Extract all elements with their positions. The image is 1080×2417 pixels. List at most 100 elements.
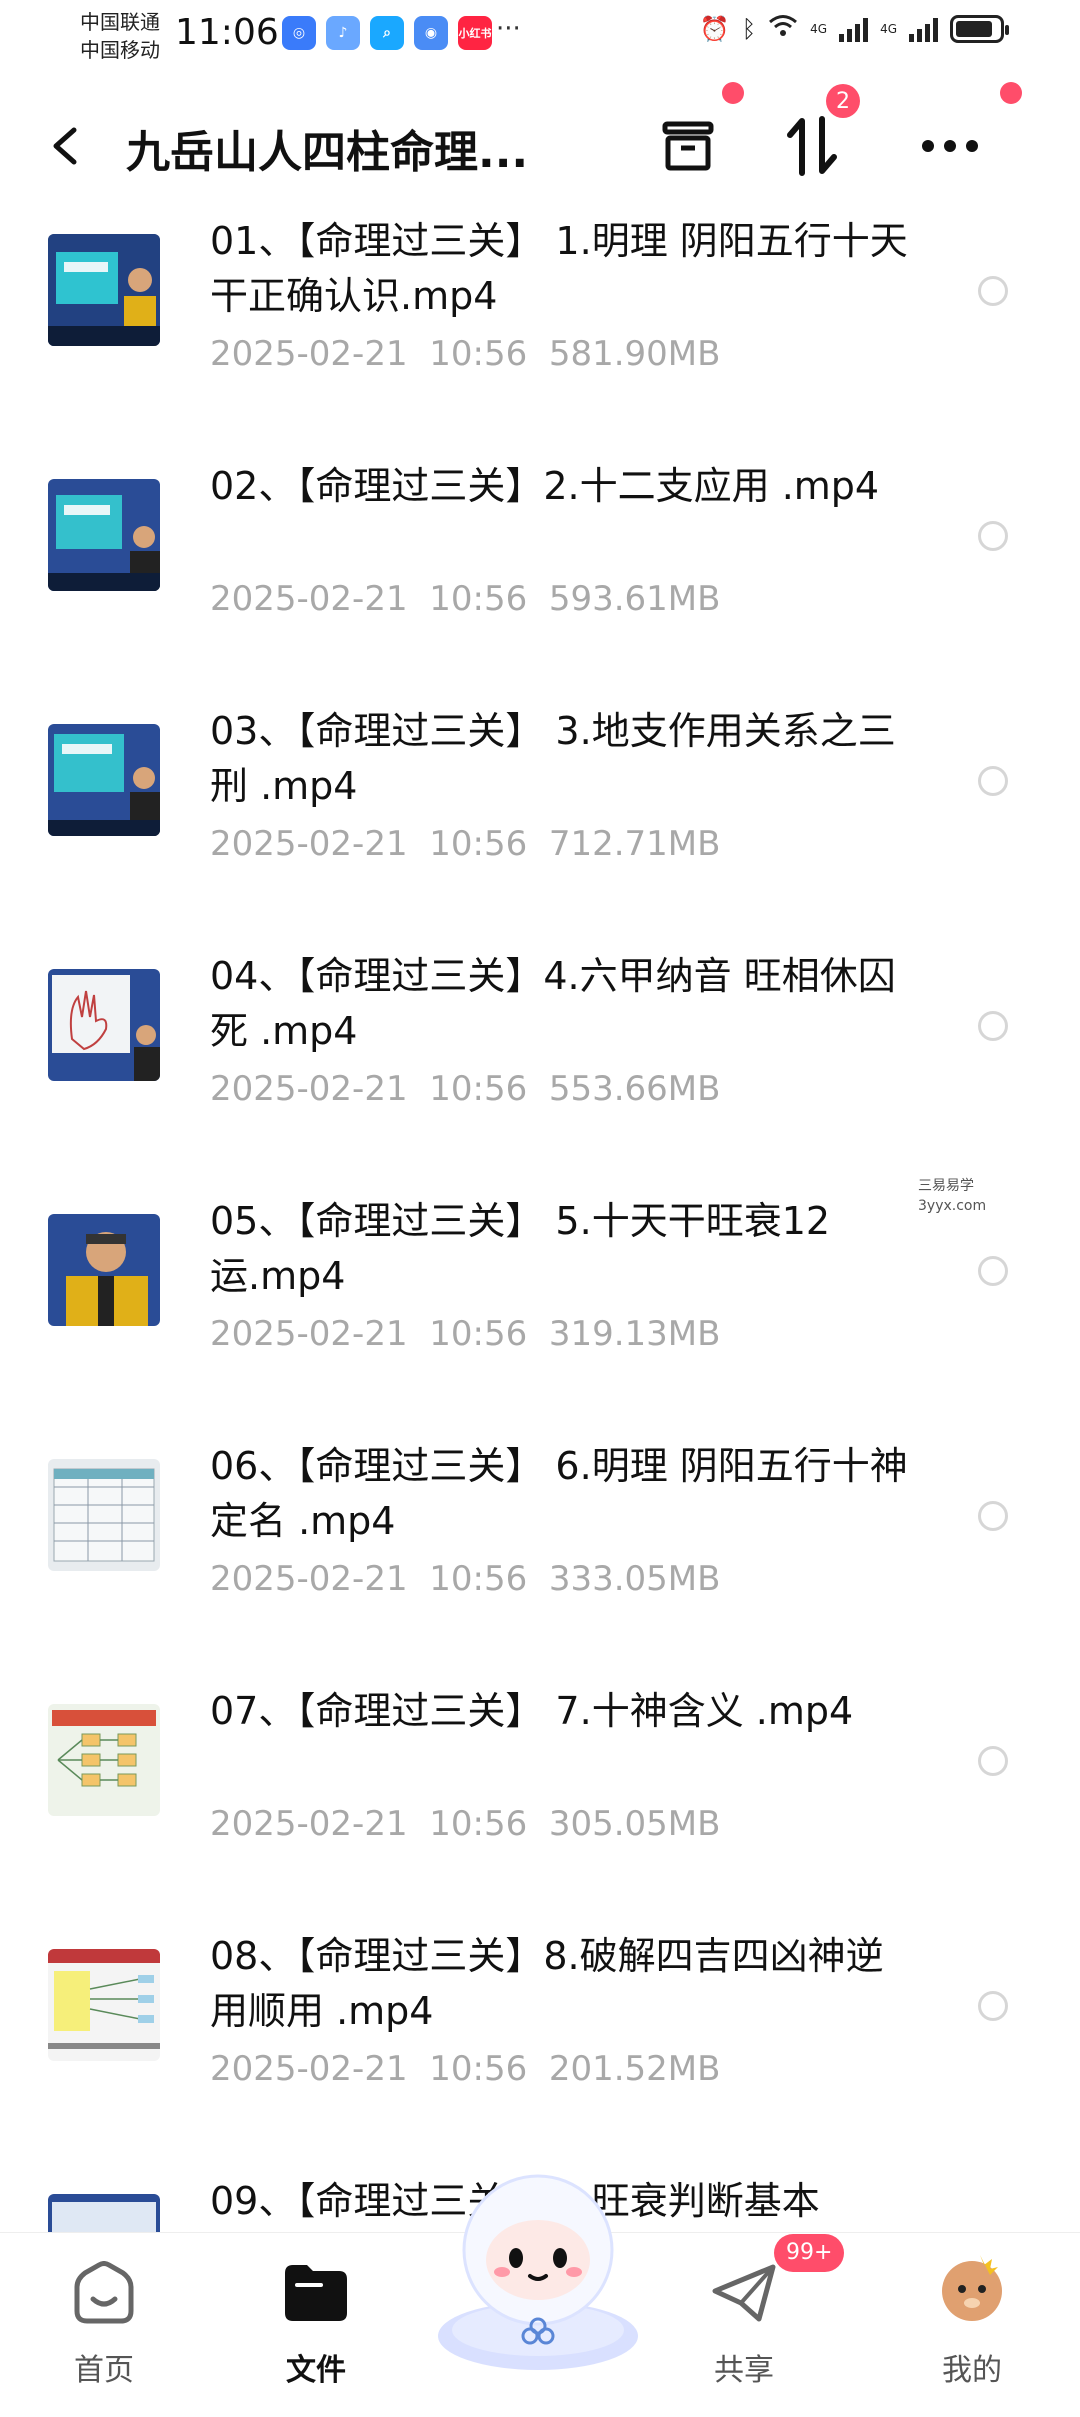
file-row[interactable]: 06、【命理过三关】 6.明理 阴阳五行十神定名 .mp4 2025-02-21… — [0, 1437, 1080, 1682]
status-bar: 中国联通 中国移动 11:06 ◎ ♪ ⌕ ◉ 小红书 ··· ⏰ ᛒ 4G 4… — [0, 0, 1080, 72]
more-options-button[interactable] — [910, 106, 990, 186]
file-name: 01、【命理过三关】 1.明理 阴阳五行十天干正确认识.mp4 — [210, 219, 908, 318]
file-date: 2025-02-21 — [210, 824, 408, 864]
search-app-icon: ⌕ — [370, 16, 404, 50]
file-name: 08、【命理过三关】8.破解四吉四凶神逆用顺用 .mp4 — [210, 1934, 884, 2033]
file-meta: 2025-02-21 10:56 201.52MB — [210, 2049, 720, 2089]
xiaohongshu-icon: 小红书 — [458, 16, 492, 50]
nav-home[interactable]: 首页 — [24, 2233, 184, 2401]
file-meta: 2025-02-21 10:56 553.66MB — [210, 1069, 720, 1109]
status-time: 11:06 — [175, 12, 279, 53]
watermark-line-1: 三易易学 — [918, 1178, 974, 1194]
file-size: 201.52MB — [548, 2049, 721, 2089]
video-thumbnail — [48, 1949, 160, 2061]
nav-mine-label: 我的 — [942, 2353, 1002, 2388]
file-meta: 2025-02-21 10:56 712.71MB — [210, 824, 720, 864]
archive-button[interactable] — [648, 106, 728, 186]
select-radio[interactable] — [978, 1501, 1008, 1531]
network-type-1: 4G — [810, 22, 828, 36]
nav-share-label: 共享 — [714, 2353, 774, 2388]
wifi-icon — [768, 14, 798, 44]
file-meta: 2025-02-21 10:56 581.90MB — [210, 334, 720, 374]
video-thumbnail — [48, 724, 160, 836]
nav-files-label: 文件 — [286, 2353, 346, 2388]
video-thumbnail — [48, 1459, 160, 1571]
file-row[interactable]: 07、【命理过三关】 7.十神含义 .mp4 2025-02-21 10:56 … — [0, 1682, 1080, 1927]
archive-box-icon — [662, 121, 714, 171]
watermark: 三易易学 3yyx.com — [918, 1176, 986, 1216]
file-date: 2025-02-21 — [210, 334, 408, 374]
video-thumbnail — [48, 1704, 160, 1816]
assistant-mascot-button[interactable] — [432, 2160, 644, 2372]
home-icon — [74, 2261, 134, 2324]
file-list: 01、【命理过三关】 1.明理 阴阳五行十天干正确认识.mp4 2025-02-… — [0, 212, 1080, 2417]
file-meta: 2025-02-21 10:56 305.05MB — [210, 1804, 720, 1844]
paper-plane-icon — [712, 2264, 776, 2322]
mascot-icon — [438, 2174, 638, 2370]
system-icons: ⏰ ᛒ 4G 4G — [699, 14, 1009, 44]
music-icon: ♪ — [326, 16, 360, 50]
share-count-badge: 99+ — [774, 2234, 845, 2272]
browser-icon: ◉ — [414, 16, 448, 50]
nav-mine[interactable]: 我的 — [892, 2233, 1052, 2401]
chevron-left-icon — [53, 127, 77, 165]
file-time: 10:56 — [429, 2049, 528, 2089]
select-radio[interactable] — [978, 521, 1008, 551]
file-row[interactable]: 04、【命理过三关】4.六甲纳音 旺相休囚死 .mp4 2025-02-21 1… — [0, 947, 1080, 1192]
baidu-netdisk-icon: ◎ — [282, 16, 316, 50]
file-row[interactable]: 01、【命理过三关】 1.明理 阴阳五行十天干正确认识.mp4 2025-02-… — [0, 212, 1080, 457]
file-date: 2025-02-21 — [210, 1314, 408, 1354]
page-header: 九岳山人四柱命理... 2 — [0, 82, 1080, 204]
watermark-line-2: 3yyx.com — [918, 1198, 987, 1214]
video-thumbnail — [48, 479, 160, 591]
file-size: 333.05MB — [548, 1559, 721, 1599]
file-row[interactable]: 05、【命理过三关】 5.十天干旺衰12运.mp4 2025-02-21 10:… — [0, 1192, 1080, 1437]
battery-icon — [950, 15, 1009, 43]
file-size: 319.13MB — [548, 1314, 721, 1354]
nav-files[interactable]: 文件 — [236, 2233, 396, 2401]
file-row[interactable]: 08、【命理过三关】8.破解四吉四凶神逆用顺用 .mp4 2025-02-21 … — [0, 1927, 1080, 2172]
network-type-2: 4G — [880, 22, 897, 36]
file-time: 10:56 — [429, 1559, 528, 1599]
file-name: 07、【命理过三关】 7.十神含义 .mp4 — [210, 1689, 854, 1733]
bluetooth-icon: ᛒ — [741, 15, 757, 43]
video-thumbnail — [48, 969, 160, 1081]
select-radio[interactable] — [978, 276, 1008, 306]
file-time: 10:56 — [429, 1804, 528, 1844]
carrier-2: 中国移动 — [80, 38, 160, 62]
alarm-icon: ⏰ — [699, 15, 730, 43]
more-dots-icon — [922, 140, 978, 152]
folder-icon — [285, 2265, 347, 2321]
back-button[interactable] — [44, 118, 100, 174]
nav-home-label: 首页 — [74, 2353, 134, 2388]
select-radio[interactable] — [978, 1746, 1008, 1776]
file-date: 2025-02-21 — [210, 1069, 408, 1109]
file-date: 2025-02-21 — [210, 2049, 408, 2089]
file-date: 2025-02-21 — [210, 1559, 408, 1599]
notification-icons: ◎ ♪ ⌕ ◉ 小红书 — [282, 16, 492, 50]
select-radio[interactable] — [978, 1011, 1008, 1041]
select-radio[interactable] — [978, 1256, 1008, 1286]
file-name: 03、【命理过三关】 3.地支作用关系之三刑 .mp4 — [210, 709, 896, 808]
file-size: 581.90MB — [548, 334, 721, 374]
select-radio[interactable] — [978, 766, 1008, 796]
file-size: 305.05MB — [548, 1804, 721, 1844]
video-thumbnail — [48, 234, 160, 346]
transfer-button[interactable] — [772, 106, 852, 186]
file-size: 593.61MB — [548, 579, 721, 619]
file-time: 10:56 — [429, 824, 528, 864]
transfer-count-badge: 2 — [826, 84, 860, 118]
file-meta: 2025-02-21 10:56 593.61MB — [210, 579, 720, 619]
file-row[interactable]: 02、【命理过三关】2.十二支应用 .mp4 2025-02-21 10:56 … — [0, 457, 1080, 702]
video-thumbnail — [48, 1214, 160, 1326]
carrier-info: 中国联通 中国移动 — [80, 8, 160, 64]
file-date: 2025-02-21 — [210, 1804, 408, 1844]
file-name: 04、【命理过三关】4.六甲纳音 旺相休囚死 .mp4 — [210, 954, 896, 1053]
select-radio[interactable] — [978, 1991, 1008, 2021]
carrier-1: 中国联通 — [80, 10, 160, 34]
file-name: 05、【命理过三关】 5.十天干旺衰12运.mp4 — [210, 1199, 831, 1298]
file-row[interactable]: 03、【命理过三关】 3.地支作用关系之三刑 .mp4 2025-02-21 1… — [0, 702, 1080, 947]
avatar-icon — [942, 2255, 1002, 2321]
file-time: 10:56 — [429, 579, 528, 619]
file-meta: 2025-02-21 10:56 319.13MB — [210, 1314, 720, 1354]
